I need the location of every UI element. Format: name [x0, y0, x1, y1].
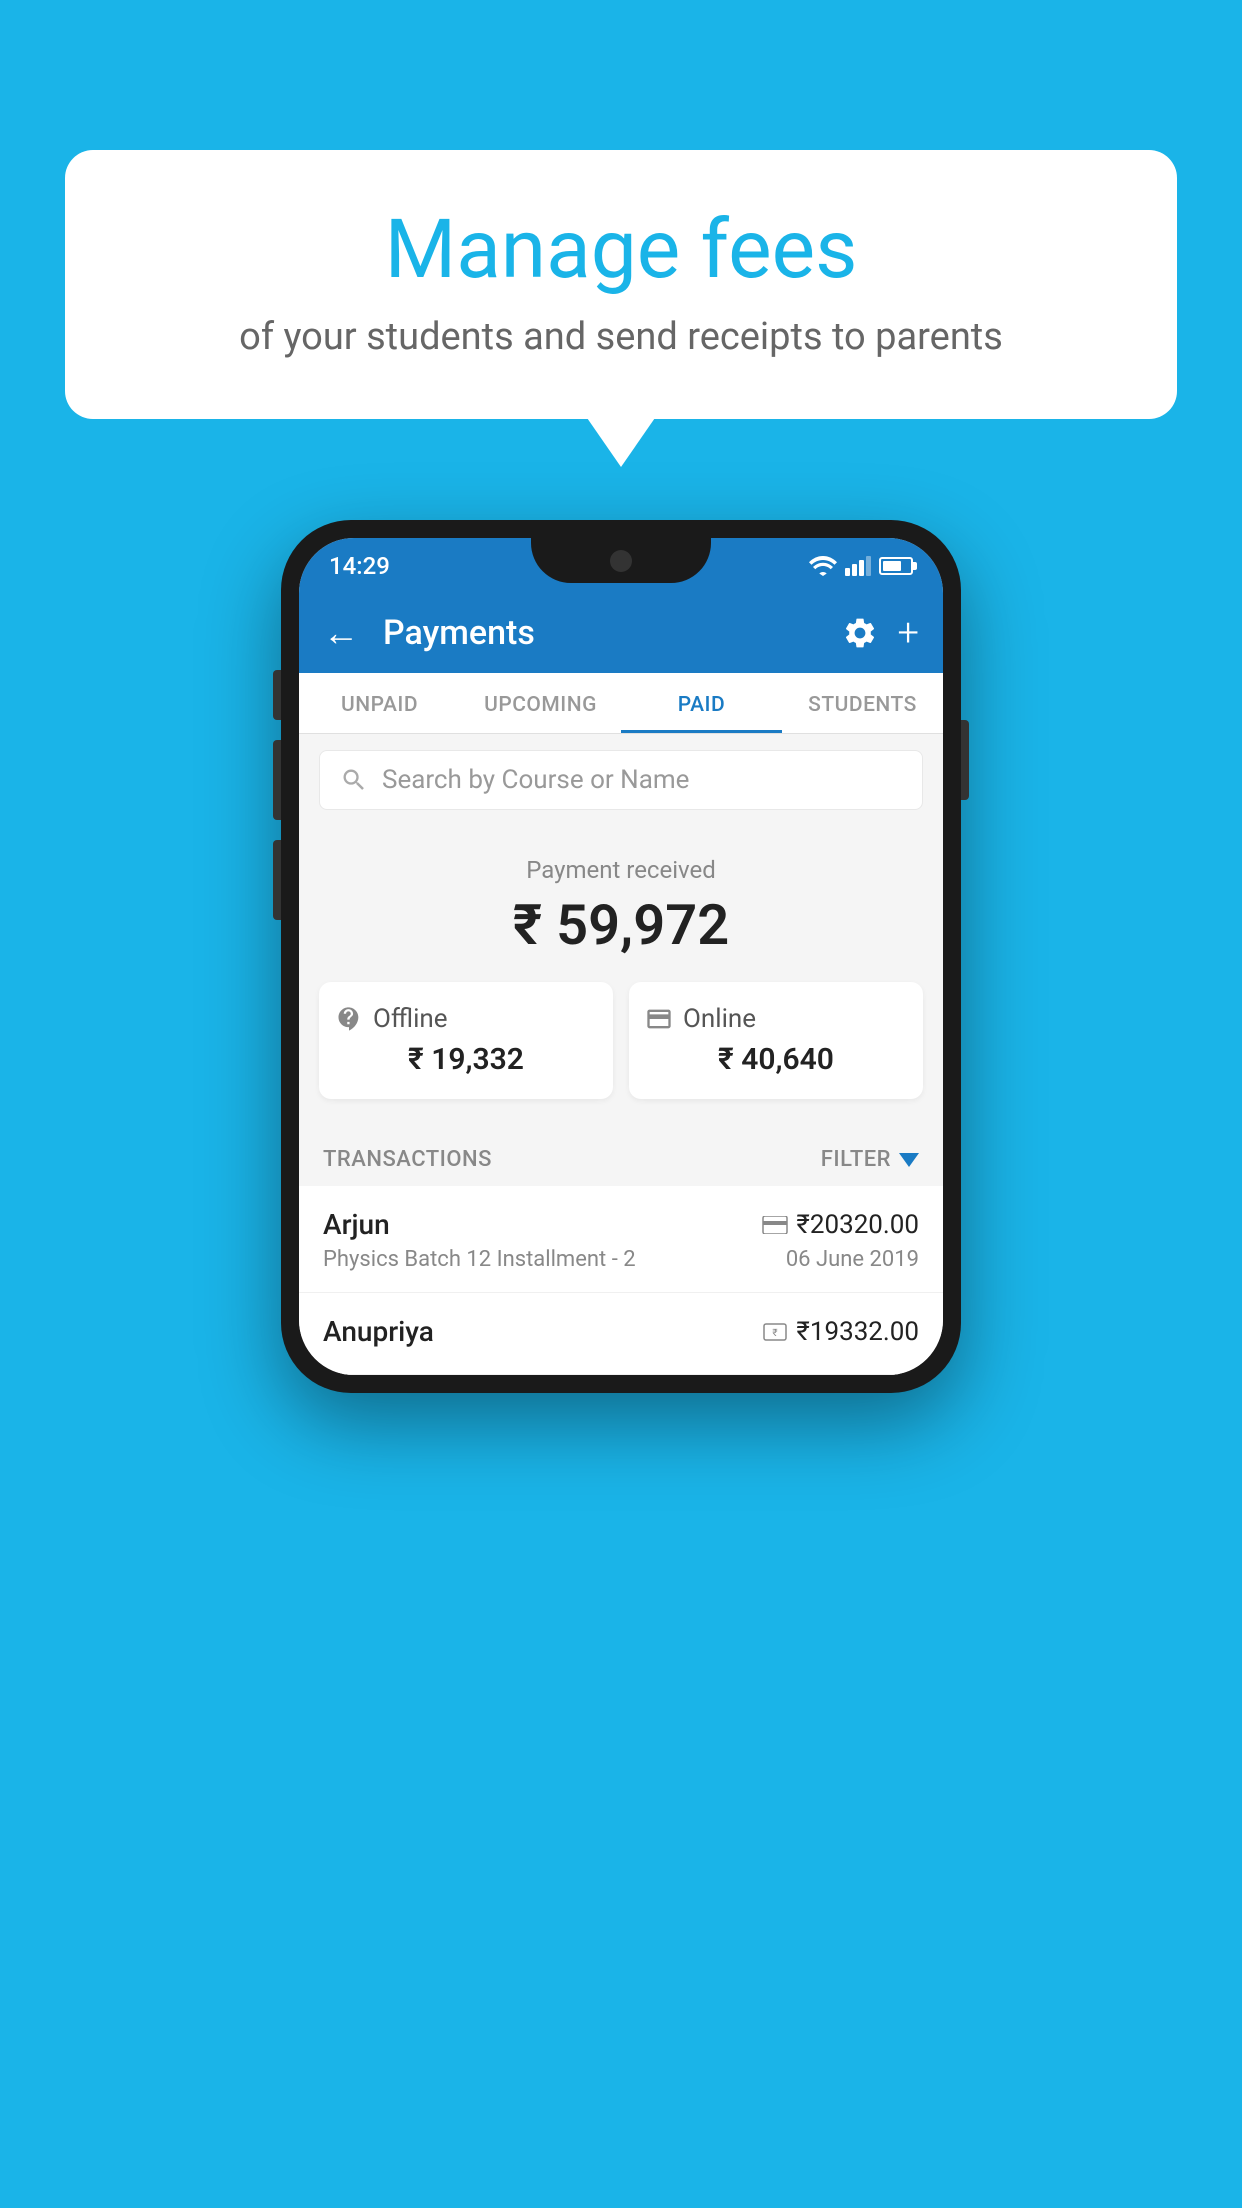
app-bar-icons: +	[842, 611, 919, 655]
filter-section[interactable]: FILTER	[821, 1147, 919, 1172]
phone-volume-down-button	[273, 840, 281, 920]
card-icon	[645, 1005, 673, 1033]
online-label: Online	[683, 1004, 756, 1034]
transactions-label: TRANSACTIONS	[323, 1147, 492, 1172]
transaction-row[interactable]: Anupriya ₹ ₹19332.00	[299, 1293, 943, 1375]
background: Manage fees of your students and send re…	[0, 0, 1242, 2208]
speech-bubble-title: Manage fees	[125, 205, 1117, 295]
transaction-top: Arjun ₹20320.00	[323, 1208, 919, 1241]
add-button[interactable]: +	[898, 611, 919, 655]
transaction-top: Anupriya ₹ ₹19332.00	[323, 1315, 919, 1348]
settings-icon[interactable]	[842, 615, 878, 651]
offline-card: Offline ₹ 19,332	[319, 982, 613, 1099]
phone: 14:29	[281, 520, 961, 1393]
transaction-amount-row: ₹ ₹19332.00	[762, 1317, 919, 1347]
status-time: 14:29	[329, 552, 390, 580]
filter-icon	[899, 1153, 919, 1167]
offline-amount: ₹ 19,332	[335, 1042, 597, 1077]
phone-notch	[531, 538, 711, 583]
payment-cards: Offline ₹ 19,332 Online	[319, 982, 923, 1099]
transaction-amount: ₹20320.00	[796, 1210, 919, 1240]
search-placeholder: Search by Course or Name	[382, 765, 689, 795]
tab-unpaid[interactable]: UNPAID	[299, 673, 460, 733]
card-payment-icon	[762, 1216, 788, 1234]
tabs-container: UNPAID UPCOMING PAID STUDENTS	[299, 673, 943, 734]
search-container: Search by Course or Name	[299, 734, 943, 826]
offline-card-header: Offline	[335, 1004, 597, 1034]
transactions-header: TRANSACTIONS FILTER	[299, 1129, 943, 1186]
payment-received-label: Payment received	[319, 856, 923, 884]
offline-label: Offline	[373, 1004, 448, 1034]
phone-camera	[610, 550, 632, 572]
filter-label: FILTER	[821, 1147, 891, 1172]
tab-students[interactable]: STUDENTS	[782, 673, 943, 733]
back-button[interactable]: ←	[323, 612, 359, 654]
transaction-date: 06 June 2019	[786, 1247, 919, 1272]
transaction-amount: ₹19332.00	[796, 1317, 919, 1347]
online-card: Online ₹ 40,640	[629, 982, 923, 1099]
tab-paid[interactable]: PAID	[621, 673, 782, 733]
search-icon	[340, 766, 368, 794]
transaction-name: Anupriya	[323, 1315, 434, 1348]
transaction-detail-row: Physics Batch 12 Installment - 2 06 June…	[323, 1247, 919, 1272]
tab-upcoming[interactable]: UPCOMING	[460, 673, 621, 733]
phone-silent-button	[273, 670, 281, 720]
transaction-course: Physics Batch 12 Installment - 2	[323, 1247, 636, 1272]
signal-icon	[845, 556, 871, 576]
phone-wrapper: 14:29	[281, 520, 961, 1393]
status-icons	[809, 556, 913, 576]
speech-bubble: Manage fees of your students and send re…	[65, 150, 1177, 419]
phone-volume-up-button	[273, 740, 281, 820]
phone-screen: 14:29	[299, 538, 943, 1375]
transaction-row[interactable]: Arjun ₹20320.00 Physics Batch 12 Install…	[299, 1186, 943, 1293]
app-bar: ← Payments +	[299, 593, 943, 673]
wifi-icon	[809, 556, 837, 576]
online-card-header: Online	[645, 1004, 907, 1034]
online-amount: ₹ 40,640	[645, 1042, 907, 1077]
transaction-amount-row: ₹20320.00	[762, 1210, 919, 1240]
transaction-name: Arjun	[323, 1208, 390, 1241]
battery-fill	[883, 561, 901, 571]
search-bar[interactable]: Search by Course or Name	[319, 750, 923, 810]
phone-power-button	[961, 720, 969, 800]
cash-icon	[335, 1005, 363, 1033]
payment-received-amount: ₹ 59,972	[319, 892, 923, 958]
svg-text:₹: ₹	[773, 1328, 778, 1339]
speech-bubble-subtitle: of your students and send receipts to pa…	[125, 315, 1117, 359]
battery-icon	[879, 557, 913, 575]
rupee-note-icon: ₹	[762, 1323, 788, 1341]
speech-bubble-container: Manage fees of your students and send re…	[65, 150, 1177, 419]
app-bar-title: Payments	[383, 613, 826, 653]
payment-received-section: Payment received ₹ 59,972 Offline ₹ 19,3	[299, 826, 943, 1129]
